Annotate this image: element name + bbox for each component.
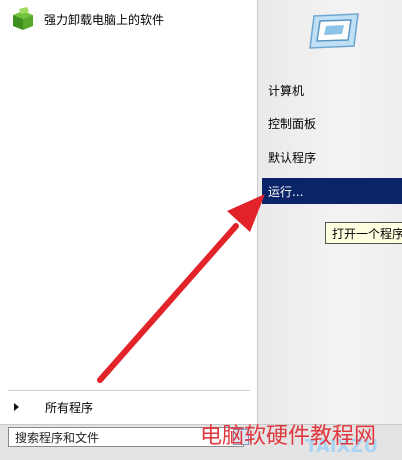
all-programs-button[interactable]: 所有程序 [8, 397, 250, 417]
menu-item-computer[interactable]: 计算机 [262, 78, 402, 102]
triangle-right-icon [14, 403, 19, 411]
menu-item-label: 控制面板 [268, 116, 317, 131]
green-box-icon [10, 6, 36, 32]
menu-item-label: 运行... [268, 184, 304, 199]
menu-item-default-programs[interactable]: 默认程序 [262, 145, 402, 169]
menu-item-label: 默认程序 [268, 150, 317, 165]
search-placeholder: 搜索程序和文件 [15, 430, 100, 445]
tooltip: 打开一个程序 [325, 222, 402, 244]
pinned-program-item[interactable]: 强力卸载电脑上的软件 [10, 4, 250, 34]
menu-item-label: 计算机 [268, 83, 305, 98]
pinned-program-label: 强力卸载电脑上的软件 [44, 12, 165, 27]
system-links-pane [257, 0, 402, 424]
user-picture-icon[interactable] [306, 12, 362, 50]
menu-item-run[interactable]: 运行... [262, 178, 402, 204]
menu-item-control-panel[interactable]: 控制面板 [262, 111, 402, 135]
programs-pane: 强力卸载电脑上的软件 所有程序 [0, 0, 257, 424]
divider [8, 390, 250, 391]
watermark: 电脑软硬件教程网 [200, 424, 377, 449]
all-programs-label: 所有程序 [45, 400, 94, 415]
